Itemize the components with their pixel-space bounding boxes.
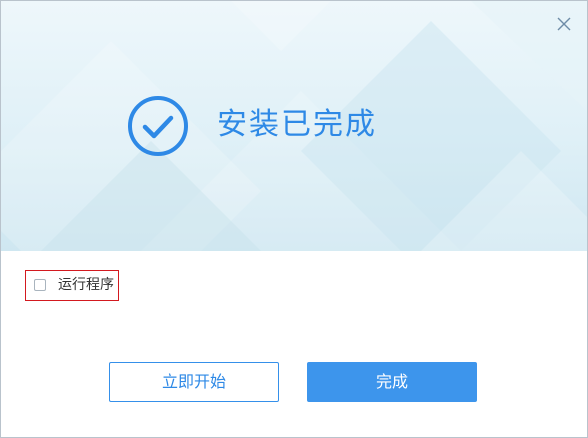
header-banner: 安装已完成 (1, 1, 587, 251)
run-program-label[interactable]: 运行程序 (58, 277, 114, 294)
close-button[interactable] (555, 15, 573, 33)
installer-window: 安装已完成 运行程序 立即开始 完成 (0, 0, 588, 438)
install-complete-title: 安装已完成 (217, 107, 377, 142)
run-program-option[interactable]: 运行程序 (25, 270, 119, 301)
start-now-button[interactable]: 立即开始 (109, 362, 279, 402)
close-icon (557, 17, 571, 31)
check-circle-icon (128, 96, 188, 156)
run-program-checkbox[interactable] (34, 279, 46, 291)
finish-button[interactable]: 完成 (307, 362, 477, 402)
